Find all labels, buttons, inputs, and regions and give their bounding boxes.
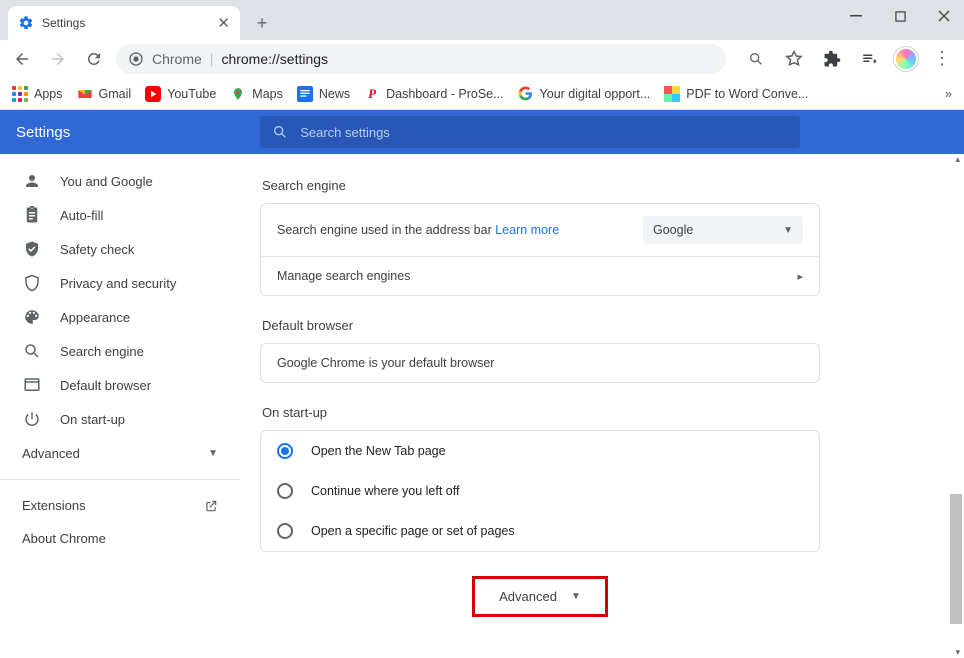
bookmark-pdf[interactable]: PDF to Word Conve... <box>664 86 808 102</box>
page-title: Settings <box>16 124 70 141</box>
sidebar-extensions[interactable]: Extensions <box>0 488 240 523</box>
section-title-default-browser: Default browser <box>262 318 820 333</box>
search-icon <box>272 124 288 140</box>
search-icon <box>22 342 42 360</box>
bookmark-news[interactable]: News <box>297 86 350 102</box>
section-title-startup: On start-up <box>262 405 820 420</box>
section-title-search-engine: Search engine <box>262 178 820 193</box>
sidebar-about-chrome[interactable]: About Chrome <box>0 523 240 554</box>
chevron-down-icon: ▼ <box>783 225 793 236</box>
chevron-right-icon: ▸ <box>797 270 803 283</box>
shield-icon <box>22 274 42 292</box>
extensions-icon[interactable] <box>818 45 846 73</box>
bookmark-dashboard[interactable]: P Dashboard - ProSe... <box>364 86 503 102</box>
sidebar-item-startup[interactable]: On start-up <box>0 402 240 436</box>
settings-search-input[interactable] <box>298 124 788 141</box>
settings-sidebar: You and Google Auto-fill Safety check Pr… <box>0 154 240 658</box>
profile-avatar[interactable] <box>894 47 918 71</box>
news-icon <box>297 86 313 102</box>
row-manage-search-engines[interactable]: Manage search engines ▸ <box>261 256 819 295</box>
address-url: chrome://settings <box>221 51 328 67</box>
bookmark-youtube[interactable]: YouTube <box>145 86 216 102</box>
startup-option-newtab[interactable]: Open the New Tab page <box>261 431 819 471</box>
google-g-icon <box>518 86 534 102</box>
rainbow-square-icon <box>664 86 680 102</box>
sidebar-item-you-and-google[interactable]: You and Google <box>0 164 240 198</box>
shield-check-icon <box>22 240 42 258</box>
sidebar-item-autofill[interactable]: Auto-fill <box>0 198 240 232</box>
browser-tab[interactable]: Settings ✕ <box>8 6 240 40</box>
sidebar-advanced-toggle[interactable]: Advanced ▼ <box>0 436 240 471</box>
sidebar-item-appearance[interactable]: Appearance <box>0 300 240 334</box>
row-default-browser-status: Google Chrome is your default browser <box>261 344 819 382</box>
scrollbar[interactable]: ▴ ▾ <box>950 154 962 658</box>
learn-more-link[interactable]: Learn more <box>495 223 559 237</box>
minimize-button[interactable] <box>842 4 870 28</box>
chevron-down-icon: ▼ <box>208 448 218 459</box>
youtube-icon <box>145 86 161 102</box>
sidebar-item-safety-check[interactable]: Safety check <box>0 232 240 266</box>
media-control-icon[interactable] <box>856 45 884 73</box>
card-startup: Open the New Tab page Continue where you… <box>260 430 820 552</box>
startup-option-continue[interactable]: Continue where you left off <box>261 471 819 511</box>
apps-grid-icon <box>12 86 28 102</box>
settings-main: Search engine Search engine used in the … <box>240 154 964 658</box>
bookmarks-bar: Apps Gmail YouTube Maps News P Dashboard… <box>0 78 964 110</box>
browser-toolbar: Chrome | chrome://settings ⋮ <box>0 40 964 78</box>
scroll-down-arrow-icon[interactable]: ▾ <box>955 647 960 658</box>
chevron-down-icon: ▼ <box>571 591 581 602</box>
tab-title: Settings <box>42 16 85 30</box>
power-icon <box>22 410 42 428</box>
close-tab-icon[interactable]: ✕ <box>217 14 230 32</box>
settings-header: Settings <box>0 110 964 154</box>
card-search-engine: Search engine used in the address bar Le… <box>260 203 820 296</box>
advanced-expand-button[interactable]: Advanced ▼ <box>472 576 608 617</box>
search-engine-select[interactable]: Google ▼ <box>643 216 803 244</box>
external-link-icon <box>204 499 218 513</box>
forward-button[interactable] <box>44 45 72 73</box>
person-icon <box>22 172 42 190</box>
settings-search-box[interactable] <box>260 116 800 148</box>
pinterest-icon: P <box>364 86 380 102</box>
palette-icon <box>22 308 42 326</box>
zoom-icon[interactable] <box>742 45 770 73</box>
maps-pin-icon <box>230 86 246 102</box>
new-tab-button[interactable]: + <box>248 9 276 37</box>
radio-icon[interactable] <box>277 483 293 499</box>
browser-titlebar: Settings ✕ + <box>0 0 964 40</box>
row-search-engine-select: Search engine used in the address bar Le… <box>261 204 819 256</box>
bookmark-apps[interactable]: Apps <box>12 86 63 102</box>
address-bar[interactable]: Chrome | chrome://settings <box>116 44 726 74</box>
card-default-browser: Google Chrome is your default browser <box>260 343 820 383</box>
maximize-button[interactable] <box>886 4 914 28</box>
address-scheme-label: Chrome <box>152 51 202 67</box>
radio-selected-icon[interactable] <box>277 443 293 459</box>
clipboard-icon <box>22 206 42 224</box>
sidebar-item-search-engine[interactable]: Search engine <box>0 334 240 368</box>
back-button[interactable] <box>8 45 36 73</box>
bookmark-digital[interactable]: Your digital opport... <box>518 86 651 102</box>
startup-option-specific[interactable]: Open a specific page or set of pages <box>261 511 819 551</box>
window-close-button[interactable] <box>930 4 958 28</box>
kebab-menu-icon[interactable]: ⋮ <box>928 45 956 73</box>
browser-window-icon <box>22 376 42 394</box>
bookmark-gmail[interactable]: Gmail <box>77 86 132 102</box>
scrollbar-thumb[interactable] <box>950 494 962 624</box>
bookmark-maps[interactable]: Maps <box>230 86 283 102</box>
bookmarks-overflow-icon[interactable]: » <box>945 87 952 101</box>
reload-button[interactable] <box>80 45 108 73</box>
bookmark-star-icon[interactable] <box>780 45 808 73</box>
sidebar-item-default-browser[interactable]: Default browser <box>0 368 240 402</box>
radio-icon[interactable] <box>277 523 293 539</box>
gear-icon <box>18 15 34 31</box>
sidebar-item-privacy[interactable]: Privacy and security <box>0 266 240 300</box>
site-info-icon[interactable] <box>128 51 144 67</box>
scroll-up-arrow-icon[interactable]: ▴ <box>955 154 960 165</box>
gmail-icon <box>77 86 93 102</box>
